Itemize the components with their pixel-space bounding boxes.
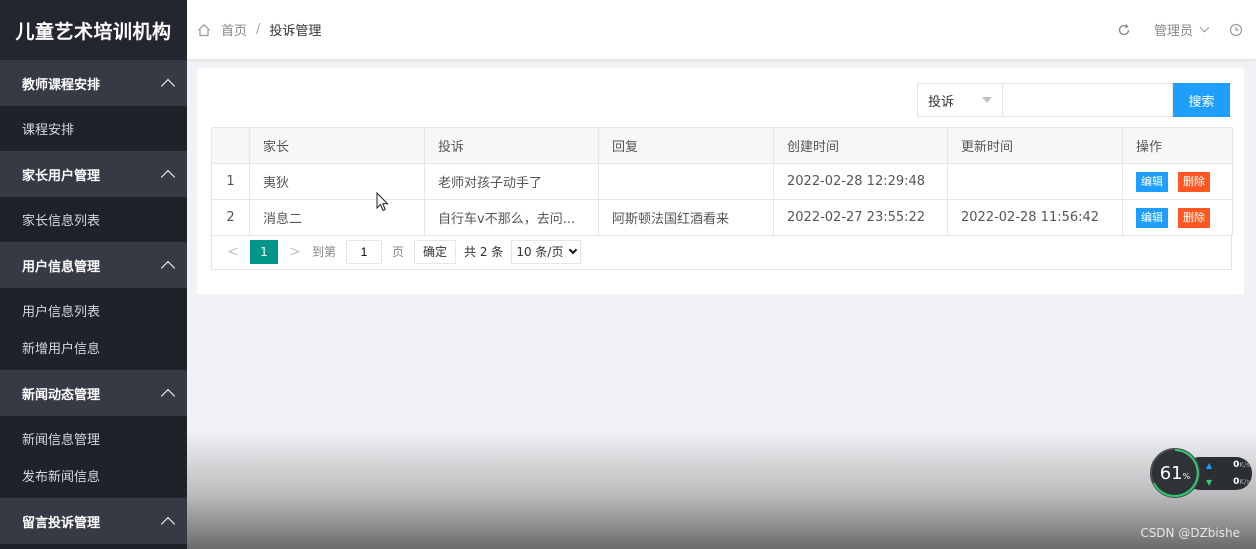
- delete-button[interactable]: 删除: [1178, 207, 1210, 228]
- column-header-parent: 家长: [249, 127, 425, 164]
- watermark: CSDN @DZbishe: [1140, 526, 1240, 540]
- menu-title-complaint[interactable]: 留言投诉管理: [0, 498, 187, 544]
- page-unit-label: 页: [392, 245, 405, 259]
- menu-group-parent: 家长用户管理 家长信息列表: [0, 151, 187, 242]
- edit-button[interactable]: 编辑: [1136, 171, 1168, 192]
- menu-title-label: 教师课程安排: [22, 77, 101, 93]
- user-menu[interactable]: 管理员: [1144, 20, 1216, 39]
- column-header-reply: 回复: [598, 127, 774, 164]
- user-name: 管理员: [1153, 24, 1193, 39]
- edit-button[interactable]: 编辑: [1136, 207, 1168, 228]
- search-input[interactable]: [1003, 83, 1173, 117]
- column-header-index: [211, 127, 250, 164]
- chevron-up-icon: [160, 260, 176, 276]
- table-row: 2 消息二 自行车v不那么，去问... 阿斯顿法国红酒看来 2022-02-27…: [211, 199, 1233, 236]
- sidebar: 儿童艺术培训机构 教师课程安排 课程安排 家长用户管理 家长信息列表 用户信息管…: [0, 0, 187, 549]
- search-field-value: 投诉: [928, 94, 955, 110]
- column-header-updated: 更新时间: [947, 127, 1123, 164]
- complaint-table: 家长 投诉 回复 创建时间 更新时间 操作 1 夷狄 老师对孩子动手了 2022…: [211, 127, 1233, 236]
- chevron-down-icon: [569, 245, 578, 254]
- cell-reply: 阿斯顿法国红酒看来: [598, 199, 774, 236]
- refresh-icon[interactable]: [1104, 0, 1144, 60]
- menu-title-user[interactable]: 用户信息管理: [0, 242, 187, 288]
- brand-title: 儿童艺术培训机构: [0, 0, 187, 60]
- table-header-row: 家长 投诉 回复 创建时间 更新时间 操作: [211, 127, 1233, 164]
- menu-title-parent[interactable]: 家长用户管理: [0, 151, 187, 197]
- breadcrumb-home[interactable]: 首页: [221, 20, 247, 39]
- cell-created: 2022-02-27 23:55:22: [773, 199, 948, 236]
- menu-title-label: 家长用户管理: [22, 168, 101, 184]
- cell-reply: [598, 163, 774, 200]
- main-area: 首页 / 投诉管理 管理员 投诉 搜索 家长 投诉 回复 创建时间 更新时间 操…: [187, 0, 1256, 549]
- menu-title-label: 留言投诉管理: [22, 515, 101, 531]
- menu-group-teacher: 教师课程安排 课程安排: [0, 60, 187, 151]
- download-unit: K/s: [1239, 478, 1250, 486]
- next-page-button[interactable]: >: [284, 241, 306, 263]
- upload-arrow-icon: ▲: [1206, 460, 1213, 470]
- chevron-up-icon: [160, 516, 176, 532]
- cell-actions: 编辑 删除: [1122, 199, 1233, 236]
- column-header-complaint: 投诉: [424, 127, 599, 164]
- chevron-down-icon: [1199, 22, 1210, 33]
- pagination: < 1 > 到第 页 确定 共 2 条 10 条/页: [211, 234, 1232, 270]
- cell-parent: 消息二: [249, 199, 425, 236]
- cell-created: 2022-02-28 12:29:48: [773, 163, 948, 200]
- cell-index: 1: [211, 163, 250, 200]
- goto-confirm-button[interactable]: 确定: [414, 239, 457, 264]
- breadcrumb-current: 投诉管理: [269, 24, 322, 39]
- menu-item-add-user[interactable]: 新增用户信息: [0, 329, 187, 366]
- menu-title-label: 新闻动态管理: [22, 387, 101, 403]
- cpu-arc-icon: [1153, 449, 1199, 497]
- menu-title-label: 用户信息管理: [22, 259, 101, 275]
- menu-group-user: 用户信息管理 用户信息列表 新增用户信息: [0, 242, 187, 370]
- table-row: 1 夷狄 老师对孩子动手了 2022-02-28 12:29:48 编辑 删除: [211, 163, 1233, 200]
- download-speed: ▼ 0K/s: [1206, 477, 1250, 487]
- menu-title-news[interactable]: 新闻动态管理: [0, 370, 187, 416]
- clock-icon[interactable]: [1216, 0, 1256, 60]
- page-number-input[interactable]: [346, 239, 383, 264]
- cell-complaint: 老师对孩子动手了: [424, 163, 599, 200]
- menu-item-publish-news[interactable]: 发布新闻信息: [0, 457, 187, 494]
- current-page[interactable]: 1: [250, 239, 278, 264]
- cell-complaint: 自行车v不那么，去问...: [424, 199, 599, 236]
- cell-updated: 2022-02-28 11:56:42: [947, 199, 1123, 236]
- menu-group-complaint: 留言投诉管理: [0, 498, 187, 544]
- total-count: 共 2 条: [464, 245, 504, 259]
- cell-index: 2: [211, 199, 250, 236]
- menu-title-teacher[interactable]: 教师课程安排: [0, 60, 187, 106]
- column-header-actions: 操作: [1122, 127, 1233, 164]
- topbar: 首页 / 投诉管理 管理员: [187, 0, 1256, 60]
- download-arrow-icon: ▼: [1206, 477, 1213, 487]
- delete-button[interactable]: 删除: [1178, 171, 1210, 192]
- menu-item-news-manage[interactable]: 新闻信息管理: [0, 420, 187, 457]
- page-size-value: 10 条/页: [516, 245, 564, 259]
- column-header-created: 创建时间: [773, 127, 948, 164]
- cell-parent: 夷狄: [249, 163, 425, 200]
- network-monitor-widget[interactable]: 61% ▲ 0K/s ▼ 0K/s: [1150, 448, 1252, 498]
- chevron-up-icon: [160, 388, 176, 404]
- menu-group-news: 新闻动态管理 新闻信息管理 发布新闻信息: [0, 370, 187, 498]
- search-bar: 投诉 搜索: [917, 83, 1230, 117]
- search-field-select[interactable]: 投诉: [917, 83, 1003, 117]
- chevron-up-icon: [160, 169, 176, 185]
- upload-unit: K/s: [1239, 461, 1250, 469]
- prev-page-button[interactable]: <: [222, 241, 244, 263]
- cell-actions: 编辑 删除: [1122, 163, 1233, 200]
- cell-updated: [947, 163, 1123, 200]
- upload-speed: ▲ 0K/s: [1206, 460, 1250, 470]
- home-icon[interactable]: [197, 23, 211, 37]
- mouse-cursor-icon: [376, 191, 390, 216]
- content-card: 投诉 搜索 家长 投诉 回复 创建时间 更新时间 操作 1 夷狄 老师对孩子动手…: [197, 68, 1244, 294]
- chevron-up-icon: [160, 78, 176, 94]
- menu-item-parent-list[interactable]: 家长信息列表: [0, 201, 187, 238]
- menu-item-user-list[interactable]: 用户信息列表: [0, 292, 187, 329]
- breadcrumb-separator: /: [256, 22, 261, 37]
- goto-label: 到第: [312, 245, 337, 259]
- page-size-select[interactable]: 10 条/页: [511, 239, 582, 264]
- caret-down-icon: [982, 97, 992, 103]
- menu-item-course-schedule[interactable]: 课程安排: [0, 110, 187, 147]
- search-button[interactable]: 搜索: [1173, 83, 1230, 117]
